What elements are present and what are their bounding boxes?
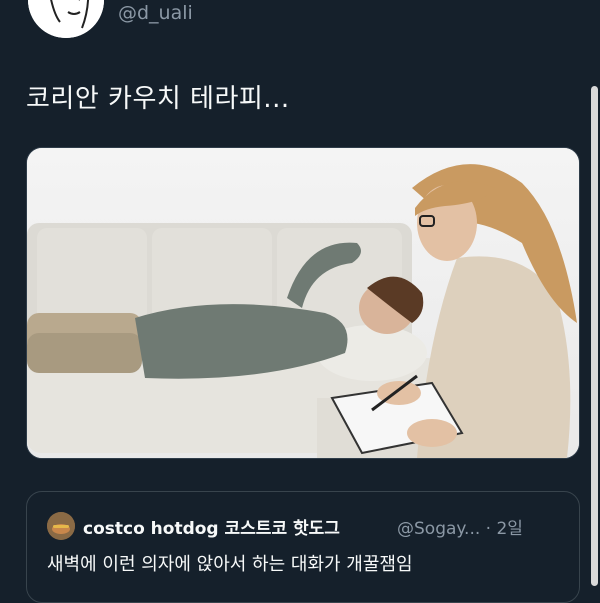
quoted-tweet[interactable]: costco hotdog 코스트코 핫도그 @Sogay... · 2일 새벽… xyxy=(26,491,580,603)
quote-avatar-icon xyxy=(47,512,75,540)
user-avatar-icon[interactable] xyxy=(28,0,104,38)
tweet-photo[interactable] xyxy=(26,147,580,459)
author-handle[interactable]: @d_uali xyxy=(118,2,193,24)
quoted-tweet-text: 새벽에 이런 의자에 앉아서 하는 대화가 개꿀잼임 xyxy=(47,554,413,575)
scrollbar[interactable] xyxy=(591,86,598,586)
quoted-author-handle[interactable]: @Sogay... · 2일 xyxy=(397,514,523,539)
tweet-text: 코리안 카우치 테라피... xyxy=(26,84,290,114)
quoted-author-name[interactable]: costco hotdog 코스트코 핫도그 xyxy=(83,514,340,539)
tweet-header: @d_uali xyxy=(0,0,600,40)
